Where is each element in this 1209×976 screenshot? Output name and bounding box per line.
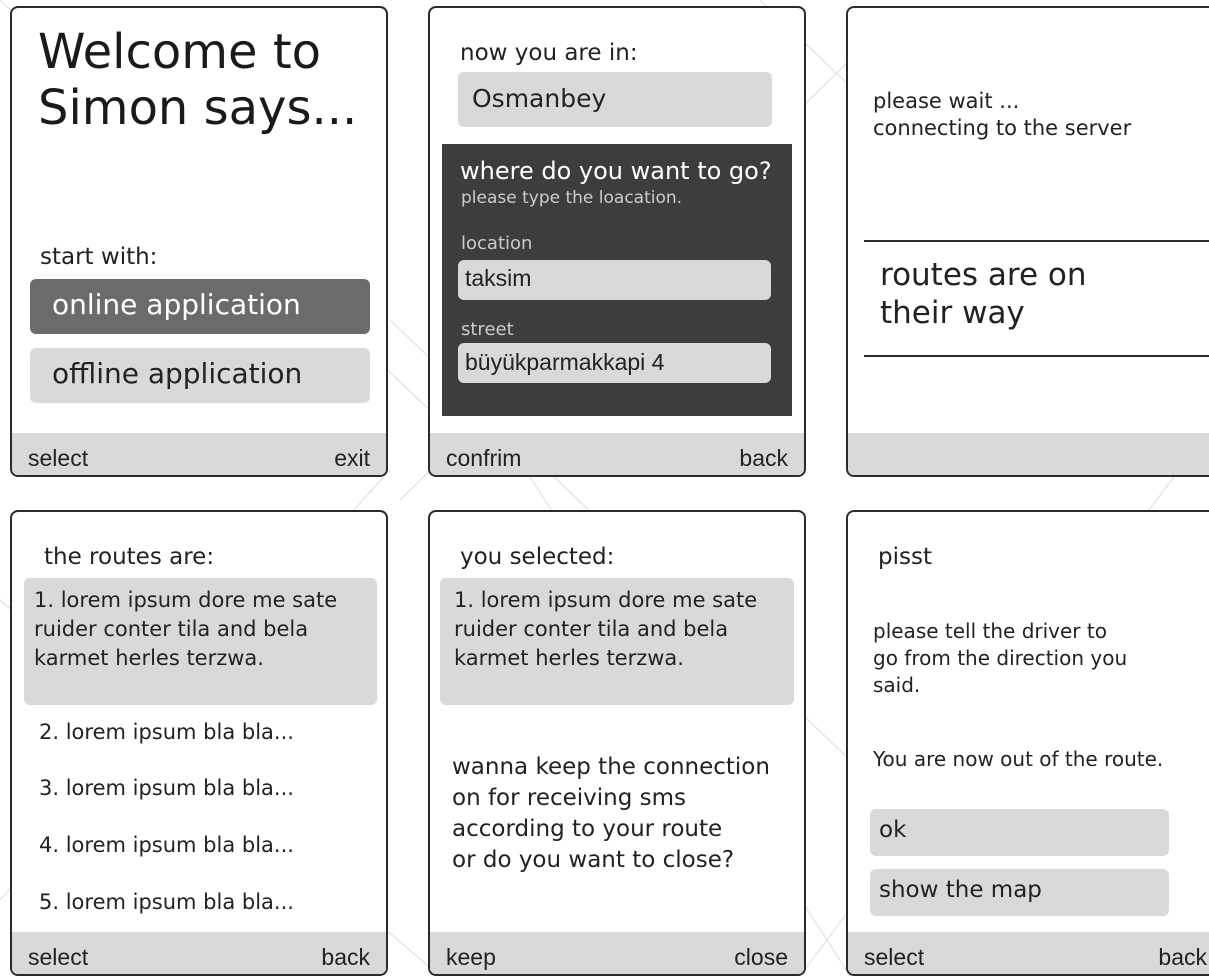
selected-route-box: 1. lorem ipsum dore me sate ruider conte… <box>440 578 794 705</box>
divider-bottom <box>864 355 1209 357</box>
current-location-box: Osmanbey <box>458 72 772 127</box>
routes-on-their-way-text: routes are on their way <box>880 257 1087 331</box>
softkey-bar: confrim back <box>430 433 804 475</box>
destination-question: where do you want to go? <box>460 157 772 185</box>
location-input-value: taksim <box>465 265 532 291</box>
selected-route-text: 1. lorem ipsum dore me sate ruider conte… <box>454 588 758 670</box>
selected-route-screen: you selected: 1. lorem ipsum dore me sat… <box>428 510 806 976</box>
street-input-value: büyükparmakkapi 4 <box>465 349 665 375</box>
street-field-label: street <box>461 319 514 340</box>
offline-application-label: offline application <box>52 357 303 390</box>
ok-button[interactable]: ok <box>870 809 1169 856</box>
current-location-value: Osmanbey <box>472 84 607 113</box>
softkey-confirm[interactable]: confrim <box>446 445 521 472</box>
destination-panel: where do you want to go? please type the… <box>442 144 792 416</box>
keep-connection-question: wanna keep the connection on for receivi… <box>452 754 770 873</box>
alert-message: please tell the driver to go from the di… <box>873 619 1128 697</box>
route-item-1[interactable]: 1. lorem ipsum dore me sate ruider conte… <box>24 578 377 705</box>
destination-hint: please type the loacation. <box>461 188 683 208</box>
route-item-2[interactable]: 2. lorem ipsum bla bla... <box>39 720 294 744</box>
waiting-screen: please wait ... connecting to the server… <box>846 6 1209 477</box>
divider-top <box>864 240 1209 242</box>
route-item-5[interactable]: 5. lorem ipsum bla bla... <box>39 890 294 914</box>
softkey-keep[interactable]: keep <box>446 944 496 971</box>
show-map-button-label: show the map <box>879 877 1042 903</box>
routes-heading: the routes are: <box>44 544 215 570</box>
softkey-bar: select back <box>848 932 1209 974</box>
routes-screen: the routes are: 1. lorem ipsum dore me s… <box>10 510 388 976</box>
you-selected-heading: you selected: <box>460 544 615 570</box>
softkey-bar: select exit <box>12 433 386 475</box>
softkey-bar <box>848 433 1209 475</box>
street-input[interactable]: büyükparmakkapi 4 <box>458 343 771 383</box>
softkey-back[interactable]: back <box>1158 944 1207 971</box>
show-map-button[interactable]: show the map <box>870 869 1169 916</box>
location-field-label: location <box>461 233 533 254</box>
welcome-title: Welcome to Simon says... <box>38 24 358 136</box>
route-item-4[interactable]: 4. lorem ipsum bla bla... <box>39 833 294 857</box>
alert-screen: pisst please tell the driver to go from … <box>846 510 1209 976</box>
softkey-select[interactable]: select <box>28 944 88 971</box>
please-wait-text: please wait ... connecting to the server <box>873 89 1132 140</box>
softkey-select[interactable]: select <box>28 445 88 472</box>
out-of-route-status: You are now out of the route. <box>873 747 1164 771</box>
route-item-3[interactable]: 3. lorem ipsum bla bla... <box>39 776 294 800</box>
route-item-1-text: 1. lorem ipsum dore me sate ruider conte… <box>34 588 338 670</box>
softkey-bar: select back <box>12 932 386 974</box>
softkey-back[interactable]: back <box>739 445 788 472</box>
online-application-label: online application <box>52 288 301 321</box>
offline-application-button[interactable]: offline application <box>30 348 370 403</box>
alert-title: pisst <box>878 544 932 570</box>
softkey-select[interactable]: select <box>864 944 924 971</box>
location-screen: now you are in: Osmanbey where do you wa… <box>428 6 806 477</box>
online-application-button[interactable]: online application <box>30 279 370 334</box>
softkey-close[interactable]: close <box>734 944 788 971</box>
softkey-back[interactable]: back <box>321 944 370 971</box>
softkey-exit[interactable]: exit <box>334 445 370 472</box>
now-you-are-in-label: now you are in: <box>460 40 638 66</box>
softkey-bar: keep close <box>430 932 804 974</box>
welcome-screen: Welcome to Simon says... start with: onl… <box>10 6 388 477</box>
ok-button-label: ok <box>879 817 907 843</box>
start-with-label: start with: <box>40 244 158 270</box>
location-input[interactable]: taksim <box>458 260 771 300</box>
